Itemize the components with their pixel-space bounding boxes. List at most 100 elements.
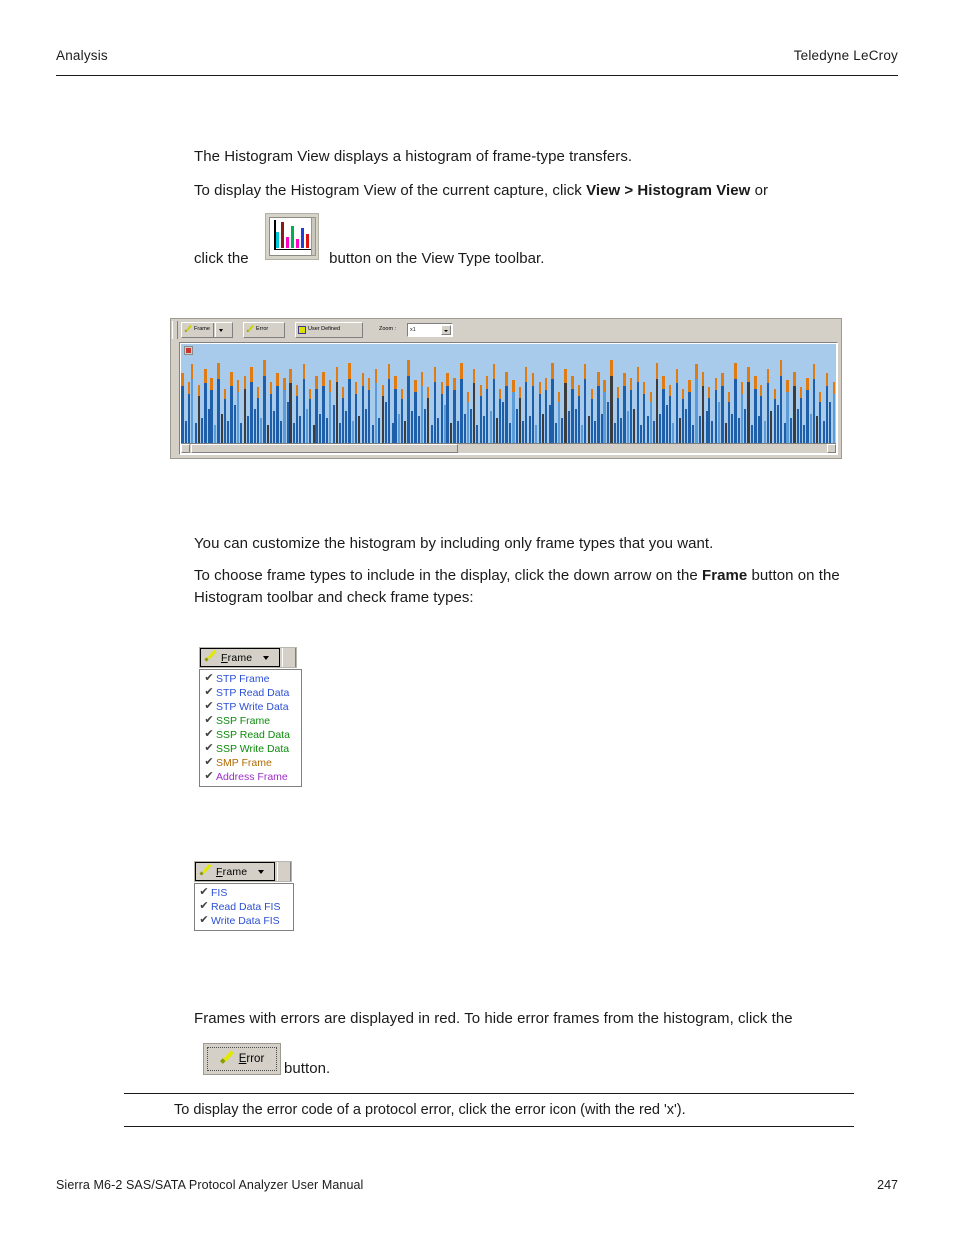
footer-page-number: 247 <box>877 1178 898 1192</box>
frame-button-sas[interactable]: Frame <box>200 648 280 667</box>
histogram-bar-cap <box>793 371 796 386</box>
error-toolbar-button-graphic[interactable]: Error <box>203 1043 281 1075</box>
scrollbar-thumb[interactable] <box>191 444 458 453</box>
error-icon[interactable] <box>184 346 193 355</box>
histogram-bar <box>273 411 276 443</box>
frame-type-menu-item[interactable]: ✔ SMP Frame <box>200 756 301 770</box>
paragraph-choose-frame-types: To choose frame types to include in the … <box>194 565 884 609</box>
frame-type-menu-item[interactable]: ✔ SSP Frame <box>200 714 301 728</box>
histogram-bar <box>381 384 384 443</box>
histogram-bar-cap <box>669 384 672 396</box>
histogram-bar <box>770 411 773 443</box>
checkmark-icon <box>246 326 254 334</box>
frame-type-menu-item[interactable]: ✔ STP Write Data <box>200 700 301 714</box>
histogram-bar-cap <box>544 378 548 391</box>
histogram-bar <box>522 420 525 443</box>
toolbar-tail <box>277 862 291 881</box>
histogram-bar <box>515 408 518 443</box>
user-defined-icon <box>298 326 306 334</box>
histogram-icon-bar <box>286 237 289 248</box>
histogram-bar <box>411 411 414 443</box>
p5-frame-bold: Frame <box>702 567 748 584</box>
histogram-bar <box>509 423 512 443</box>
frame-type-label: STP Frame <box>216 672 270 685</box>
histogram-bar <box>636 366 640 443</box>
toolbar-frame-button[interactable]: Frame <box>181 322 233 338</box>
p5-text-a: To choose frame types to include in the … <box>194 567 703 584</box>
checkmark-icon: ✔ <box>204 686 214 698</box>
scroll-right-arrow-icon[interactable] <box>827 444 836 453</box>
horizontal-scrollbar[interactable] <box>181 443 836 453</box>
frame-type-menu-sas[interactable]: ✔ STP Frame ✔ STP Read Data ✔ STP Write Data ✔… <box>199 668 304 789</box>
histogram-bar <box>345 411 348 443</box>
histogram-bar-cap <box>394 375 397 389</box>
histogram-bar-cap <box>734 362 737 379</box>
header-left-text: Analysis <box>56 48 108 63</box>
button-side-edge <box>311 217 316 256</box>
toolbar-gripper[interactable] <box>172 321 178 339</box>
checkmark-icon: ✔ <box>199 886 209 898</box>
icon-x-axis <box>274 248 312 250</box>
histogram-bar <box>816 416 819 443</box>
chevron-down-icon[interactable] <box>260 656 272 660</box>
histogram-bar-cap <box>655 362 659 379</box>
histogram-bar <box>502 402 505 443</box>
histogram-bar-cap <box>714 378 718 391</box>
histogram-bar <box>194 423 197 443</box>
histogram-bar <box>181 373 184 443</box>
toolbar-error-label: Error <box>256 326 269 333</box>
histogram-bar <box>646 416 649 443</box>
scroll-left-arrow-icon[interactable] <box>181 444 190 453</box>
histogram-icon-bars <box>276 221 309 248</box>
histogram-bar <box>691 424 694 443</box>
frame-type-label: STP Write Data <box>216 700 289 713</box>
histogram-bar <box>200 418 203 443</box>
histogram-bar <box>394 375 397 443</box>
frame-type-menu-item[interactable]: ✔ STP Frame <box>200 672 301 686</box>
frame-type-menu-item[interactable]: ✔ FIS <box>195 886 293 900</box>
frame-type-menu-sata[interactable]: ✔ FIS ✔ Read Data FIS ✔ Write Data FIS <box>194 882 296 933</box>
histogram-bar-cap <box>695 364 698 380</box>
frame-type-menu-item[interactable]: ✔ Read Data FIS <box>195 900 293 914</box>
histogram-bar-cap <box>446 373 449 387</box>
histogram-bar-cap <box>766 369 770 384</box>
checkmark-icon <box>184 326 192 334</box>
checkmark-icon <box>220 1053 235 1066</box>
toolbar-error-button[interactable]: Error <box>243 322 285 338</box>
paragraph-error-button-suffix: button. <box>284 1060 331 1077</box>
histogram-bar <box>725 423 728 443</box>
frame-type-menu-item[interactable]: ✔ SSP Write Data <box>200 742 301 756</box>
histogram-bar <box>538 382 541 443</box>
chevron-down-icon[interactable] <box>218 328 223 332</box>
histogram-bar <box>571 375 574 443</box>
histogram-bar-cap <box>257 386 260 398</box>
p2-menu-path: View > Histogram View <box>586 182 751 199</box>
histogram-view-button-face <box>269 217 315 256</box>
histogram-bar <box>760 384 763 443</box>
histogram-bar <box>568 411 571 443</box>
toolbar-zoom-combobox[interactable]: x1 <box>407 323 453 337</box>
toolbar-user-defined-button[interactable]: User Defined <box>295 322 363 338</box>
histogram-icon-bar <box>291 226 294 248</box>
histogram-bar <box>496 418 499 443</box>
histogram-bar <box>446 373 449 443</box>
frame-type-menu-item[interactable]: ✔ SSP Read Data <box>200 728 301 742</box>
chevron-down-icon[interactable] <box>255 870 267 874</box>
histogram-bar <box>240 423 243 443</box>
histogram-bar <box>470 408 473 443</box>
frame-type-menu-item[interactable]: ✔ STP Read Data <box>200 686 301 700</box>
histogram-bar <box>695 364 698 443</box>
histogram-bar-cap <box>688 379 691 392</box>
histogram-view-toolbar-button[interactable] <box>265 213 319 260</box>
frame-type-menu-item[interactable]: ✔ Write Data FIS <box>195 914 293 928</box>
histogram-bar <box>799 386 802 443</box>
note-text: To display the error code of a protocol … <box>174 1102 686 1118</box>
frame-dropdown-sata: Frame ✔ FIS ✔ Read Data FIS ✔ Write Data FIS <box>194 861 296 933</box>
histogram-bar-cap <box>583 364 587 380</box>
histogram-bar <box>387 364 391 443</box>
chevron-down-icon[interactable] <box>441 325 451 335</box>
frame-button-sata[interactable]: Frame <box>195 862 275 881</box>
histogram-bar <box>524 366 528 443</box>
frame-type-menu-item[interactable]: ✔ Address Frame <box>200 770 301 784</box>
histogram-bar <box>728 391 731 443</box>
